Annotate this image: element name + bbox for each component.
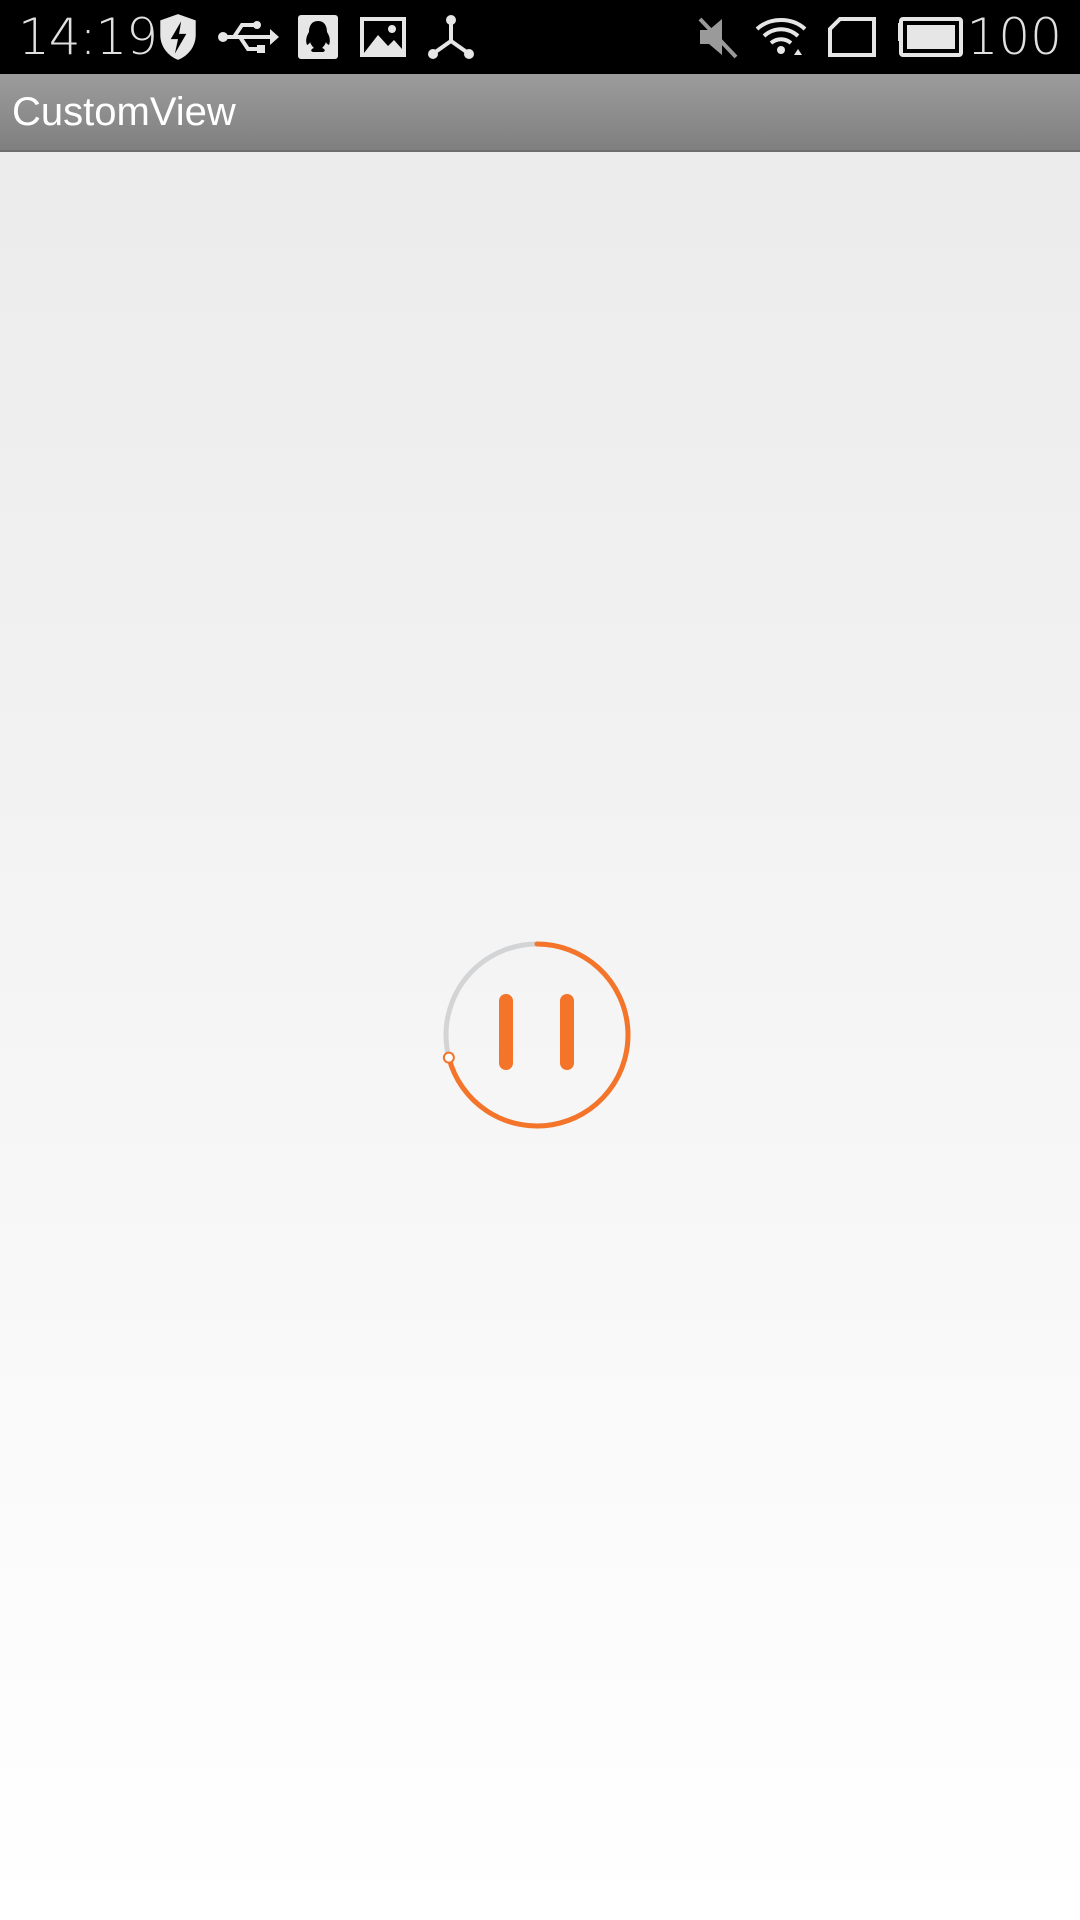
share-nodes-icon [426, 12, 476, 62]
shield-bolt-icon [156, 12, 200, 62]
qq-penguin-icon [296, 12, 340, 62]
sim-card-icon [826, 12, 878, 62]
action-bar: CustomView [0, 74, 1080, 152]
progress-knob[interactable] [442, 1051, 455, 1064]
progress-arc [446, 941, 631, 1129]
battery-level: 100 [966, 8, 1062, 66]
pause-bar-right [560, 994, 574, 1070]
screen: 14:19 100 CustomView [0, 0, 1080, 1920]
wifi-icon [754, 12, 808, 62]
battery-icon [896, 12, 964, 62]
mute-icon [696, 12, 740, 62]
status-time: 14:19 [18, 8, 158, 66]
pause-bar-left [499, 994, 513, 1070]
image-icon [358, 12, 408, 62]
progress-ring [442, 941, 631, 1129]
app-title: CustomView [12, 90, 236, 134]
usb-icon [216, 12, 280, 62]
pause-icon [499, 994, 574, 1070]
play-pause-button[interactable] [440, 938, 634, 1132]
status-bar: 14:19 100 [0, 0, 1080, 74]
